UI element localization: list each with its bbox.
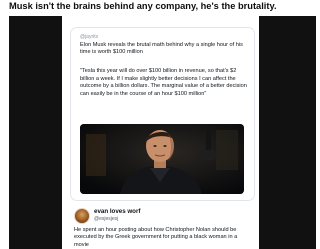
- article-headline: Musk isn't the brains behind any company…: [9, 1, 277, 11]
- reply-author-handle[interactable]: @esjesjesj: [94, 216, 118, 222]
- post-card: @jayritx Elon Musk reveals the brutal ma…: [62, 16, 259, 249]
- reply-author-name[interactable]: evan loves worf: [94, 208, 140, 215]
- quoted-post-quote: "Tesla this year will do over $100 billi…: [80, 68, 247, 97]
- reply-post-body: He spent an hour posting about how Chris…: [74, 227, 238, 248]
- video-thumbnail[interactable]: [80, 124, 244, 194]
- quoted-post[interactable]: @jayritx Elon Musk reveals the brutal ma…: [70, 27, 255, 201]
- reply-post[interactable]: evan loves worf @esjesjesj He spent an h…: [62, 206, 259, 249]
- quoted-post-handle: @jayritx: [80, 34, 99, 40]
- avatar[interactable]: [74, 208, 90, 224]
- quoted-post-summary: Elon Musk reveals the brutal math behind…: [80, 42, 243, 56]
